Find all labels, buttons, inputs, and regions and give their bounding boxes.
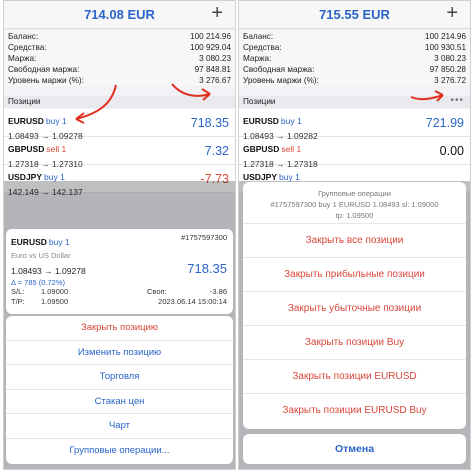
summary-label: Баланс: [243,32,274,41]
summary-label: Баланс: [8,32,39,41]
position-profit: 718.35 [190,116,229,130]
summary-value: 100 214.96 [190,32,231,41]
summary-label: Свободная маржа: [8,65,80,74]
summary-label: Маржа: [243,54,272,63]
summary-row: Уровень маржи (%): 3 276.67 [4,75,235,86]
summary-value: 100 214.96 [425,32,466,41]
positions-header-label: Позиции [8,97,41,106]
balance-title: 714.08 EUR [84,7,155,22]
close-losing-button[interactable]: Закрыть убыточные позиции [243,292,466,326]
detail-grid: S/L: 1.09000 Своп: -3.86 T/P: 1.09500 20… [11,287,227,307]
top-bar: 715.55 EUR + [239,1,470,29]
summary-row: Маржа: 3 080.23 [4,53,235,64]
summary-value: 3 276.72 [434,76,466,85]
sl-label: S/L: [11,287,25,296]
account-summary: Баланс: 100 214.96 Средства: 100 929.04 Ма… [4,31,235,86]
summary-row: Уровень маржи (%): 3 276.72 [239,75,470,86]
position-symbol: EURUSD [8,116,44,126]
summary-value: 100 929.04 [190,43,231,52]
position-direction: buy 1 [280,116,302,126]
summary-label: Средства: [243,43,282,52]
position-profit: 721.99 [425,116,464,130]
close-all-positions-button[interactable]: Закрыть все позиции [243,224,466,258]
bulk-operations-sheet: Групповые операции #1757597300 buy 1 EUR… [243,182,466,429]
summary-row: Баланс: 100 214.96 [239,31,470,42]
chart-button[interactable]: Чарт [6,414,233,439]
plus-icon[interactable]: + [211,3,223,23]
position-direction: sell 1 [281,144,302,154]
summary-label: Средства: [8,43,47,52]
right-screen: 715.55 EUR + Баланс: 100 214.96 Средства:… [238,0,471,470]
top-bar: 714.08 EUR + [4,1,235,29]
trade-button[interactable]: Торговля [6,365,233,390]
close-eurusd-buy-button[interactable]: Закрыть позиции EURUSD Buy [243,394,466,428]
summary-label: Маржа: [8,54,37,63]
summary-row: Свободная маржа: 97 848.81 [4,64,235,75]
bulk-operations-title: Групповые операции [318,189,391,198]
positions-header: Позиции ••• [239,95,470,108]
summary-value: 100 930.51 [425,43,466,52]
summary-row: Средства: 100 930.51 [239,42,470,53]
tp-value: 1.09500 [41,297,69,306]
sl-value: 1.09000 [41,287,69,296]
position-profit: 7.32 [204,144,229,158]
detail-direction: buy 1 [48,237,70,247]
detail-delta: Δ = 785 (0.72%) [11,278,66,287]
plus-icon[interactable]: + [446,3,458,23]
bulk-operations-button[interactable]: Групповые операции... [6,439,233,464]
position-direction: buy 1 [45,116,67,126]
position-profit: 0.00 [439,144,464,158]
summary-value: 3 080.23 [199,54,231,63]
tp-label: T/P: [11,297,25,306]
summary-row: Баланс: 100 214.96 [4,31,235,42]
position-symbol: EURUSD [243,116,279,126]
summary-row: Свободная маржа: 97 850.28 [239,64,470,75]
position-row[interactable]: EURUSD buy 1 1.08493 → 1.09278 718.35 [4,109,235,141]
cancel-button[interactable]: Отмена [243,434,466,464]
position-symbol: GBPUSD [243,144,280,154]
summary-value: 97 848.81 [194,65,231,74]
positions-header-label: Позиции [243,97,276,106]
position-symbol: GBPUSD [8,144,45,154]
detail-date: 2023.06.14 15:00:14 [158,297,227,306]
position-row[interactable]: GBPUSD sell 1 1.27318 → 1.27318 0.00 [239,137,470,169]
summary-row: Маржа: 3 080.23 [239,53,470,64]
position-detail-card: EURUSD buy 1 #1757597300 Euro vs US Dolla… [6,229,233,314]
bulk-operations-subtitle: #1757597300 buy 1 EURUSD 1.08493 sl: 1.0… [270,200,439,209]
bulk-operations-header: Групповые операции #1757597300 buy 1 EUR… [243,182,466,224]
left-screen: 714.08 EUR + Баланс: 100 214.96 Средства:… [3,0,236,470]
detail-symbol: EURUSD [11,237,47,247]
summary-label: Уровень маржи (%): [243,76,319,85]
account-summary: Баланс: 100 214.96 Средства: 100 930.51 Ма… [239,31,470,86]
position-direction: sell 1 [46,144,67,154]
position-row[interactable]: GBPUSD sell 1 1.27318 → 1.27310 7.32 [4,137,235,169]
summary-value: 97 850.28 [429,65,466,74]
swap-value: -3.86 [209,287,227,296]
position-row[interactable]: EURUSD buy 1 1.08493 → 1.09282 721.99 [239,109,470,141]
summary-row: Средства: 100 929.04 [4,42,235,53]
more-dots-icon[interactable]: ••• [450,95,464,107]
close-eurusd-button[interactable]: Закрыть позиции EURUSD [243,360,466,394]
position-action-sheet: Закрыть позицию Изменить позицию Торговл… [6,316,233,464]
summary-value: 3 080.23 [434,54,466,63]
detail-ticket: #1757597300 [181,233,227,242]
bulk-operations-subtitle-tp: tp: 1.09500 [335,211,374,220]
summary-label: Свободная маржа: [243,65,315,74]
depth-of-market-button[interactable]: Стакан цен [6,390,233,415]
positions-header: Позиции [4,96,235,108]
summary-label: Уровень маржи (%): [8,76,84,85]
detail-description: Euro vs US Dollar [11,251,71,260]
detail-profit: 718.35 [187,261,227,276]
close-buy-button[interactable]: Закрыть позиции Buy [243,326,466,360]
close-profitable-button[interactable]: Закрыть прибыльные позиции [243,258,466,292]
swap-label: Своп: [147,287,167,296]
summary-value: 3 276.67 [199,76,231,85]
close-position-button[interactable]: Закрыть позицию [6,316,233,341]
modify-position-button[interactable]: Изменить позицию [6,341,233,366]
balance-title: 715.55 EUR [319,7,390,22]
